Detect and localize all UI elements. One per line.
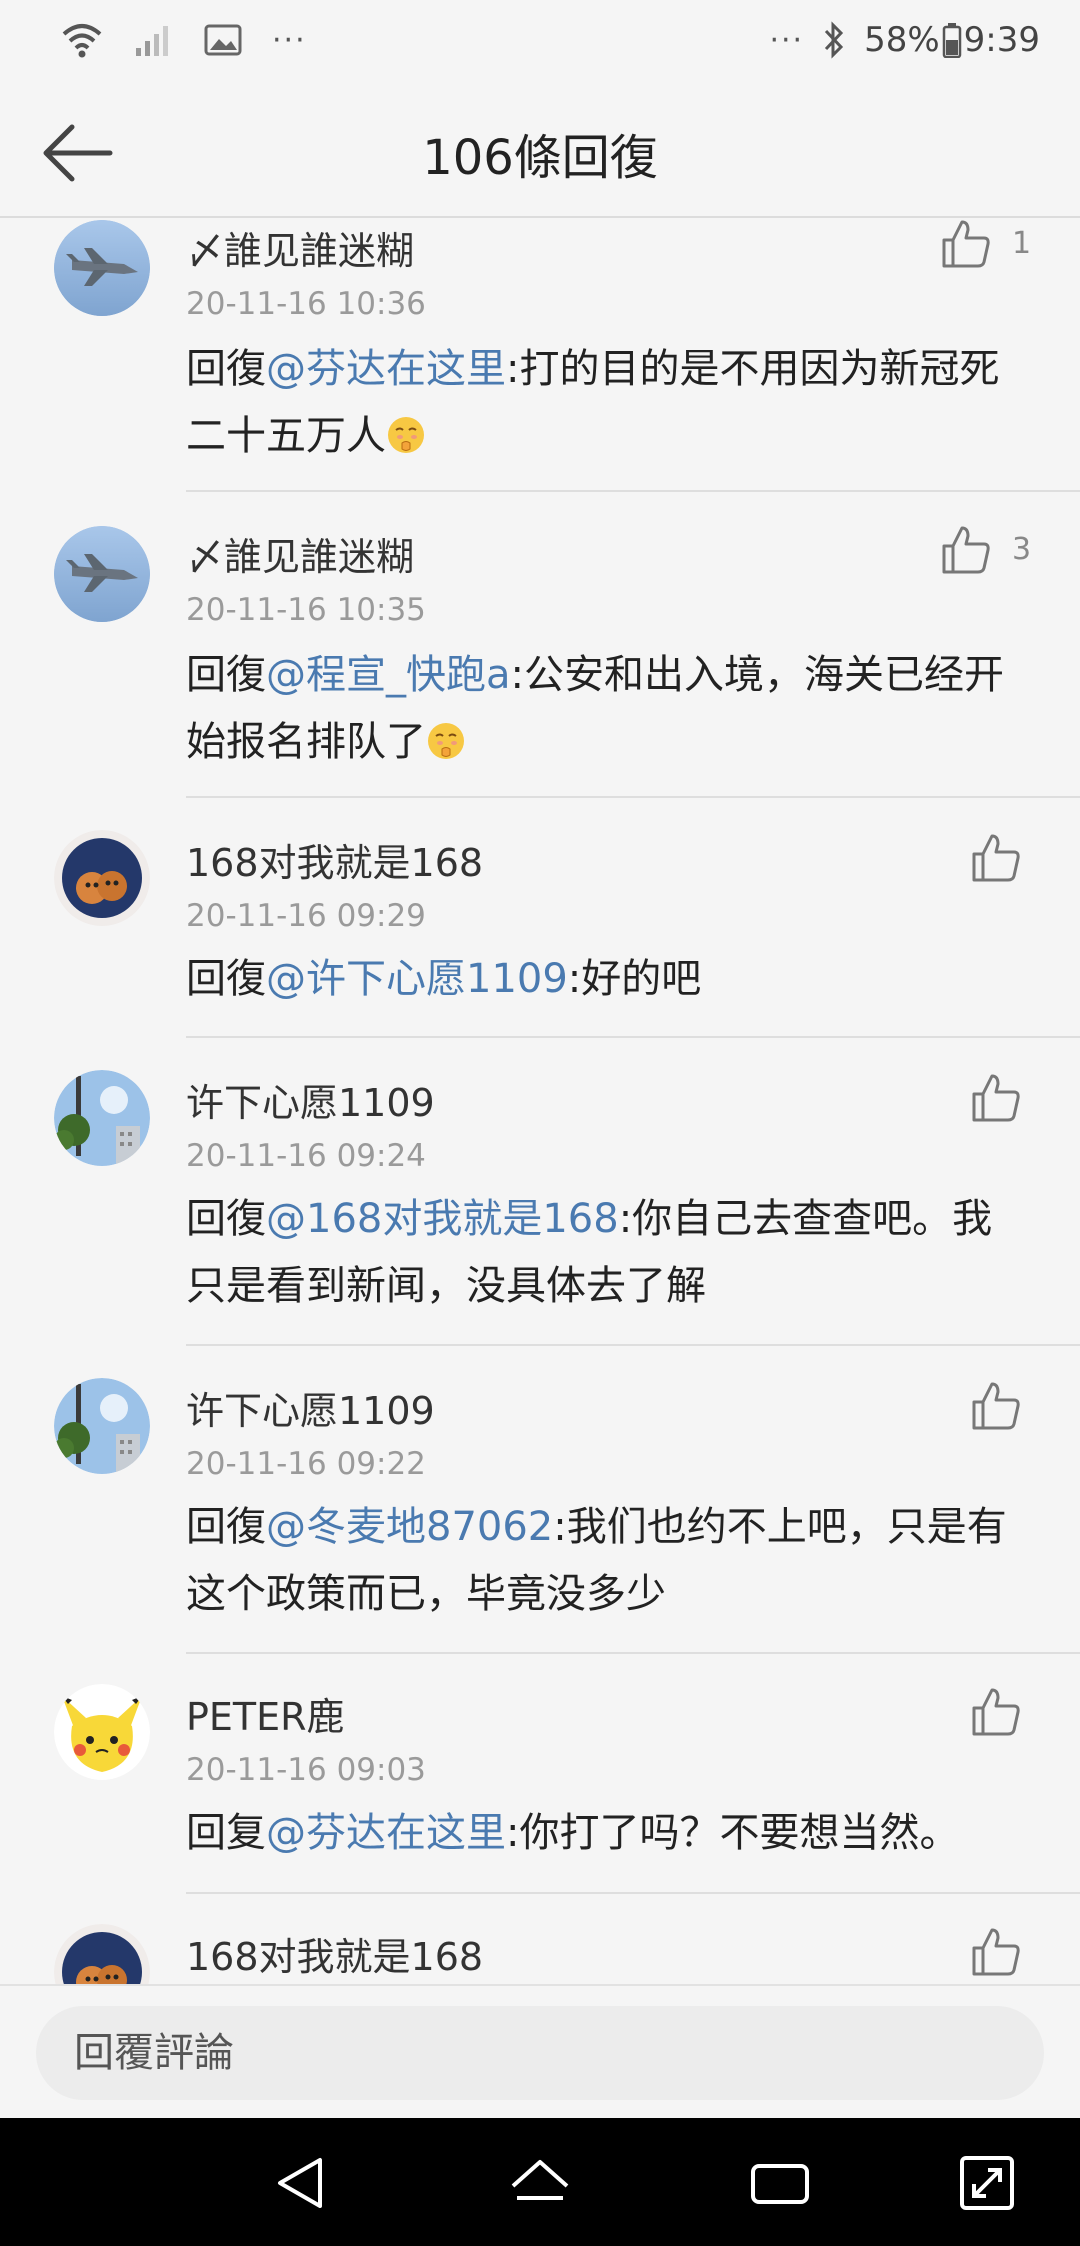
comment-item[interactable]: 168对我就是168 20-11-16 09:29 回復@许下心愿1109:好的… (0, 830, 1080, 1038)
comment-item[interactable]: 〆誰见誰迷糊 20-11-16 10:36 1 回復@芬达在这里:打的目的是不用… (0, 218, 1080, 492)
more-status-icons: ··· (272, 22, 307, 58)
mention-link[interactable]: @程宣_快跑a (266, 652, 511, 698)
status-bar: ··· ··· 58% 9:39 (0, 0, 1080, 88)
comment-item[interactable]: PETER鹿 20-11-16 09:03 回复@芬达在这里:你打了吗？不要想当… (0, 1684, 1080, 1894)
recents-nav-icon[interactable] (745, 2148, 815, 2218)
like-count: 1 (1012, 226, 1032, 261)
gallery-icon (204, 24, 242, 56)
comment-time: 20-11-16 09:03 (186, 1752, 426, 1788)
comment-list[interactable]: 〆誰见誰迷糊 20-11-16 10:36 1 回復@芬达在这里:打的目的是不用… (0, 218, 1080, 1984)
reply-prefix: 回復 (186, 1196, 266, 1242)
comment-username[interactable]: 〆誰见誰迷糊 (186, 220, 414, 275)
reply-prefix: 回复 (186, 1810, 266, 1856)
system-nav-bar (0, 2118, 1080, 2246)
reply-prefix: 回復 (186, 956, 266, 1002)
like-thumb-icon[interactable] (970, 1686, 1022, 1738)
like-thumb-icon[interactable] (970, 832, 1022, 884)
comment-username[interactable]: PETER鹿 (186, 1686, 345, 1741)
home-nav-icon[interactable] (505, 2148, 575, 2218)
like-thumb-icon[interactable] (940, 524, 992, 576)
battery-percent: 58% (864, 20, 940, 60)
mention-link[interactable]: @168对我就是168 (266, 1196, 619, 1242)
divider (186, 1892, 1080, 1894)
comment-username[interactable]: 168对我就是168 (186, 1926, 483, 1981)
shushing-face-emoji-icon (386, 415, 426, 455)
comment-time: 20-11-16 10:36 (186, 286, 426, 322)
comment-text: 回復@程宣_快跑a:公安和出入境，海关已经开始报名排队了 (186, 642, 1016, 776)
signal-icon (136, 26, 168, 56)
comment-username[interactable]: 〆誰见誰迷糊 (186, 526, 414, 581)
divider (186, 490, 1080, 492)
comment-username[interactable]: 许下心愿1109 (186, 1072, 435, 1127)
comment-text: 回復@芬达在这里:打的目的是不用因为新冠死二十五万人 (186, 336, 1016, 470)
mention-link[interactable]: @许下心愿1109 (266, 956, 568, 1002)
comment-time: 20-11-16 09:24 (186, 1138, 426, 1174)
pikachu-avatar[interactable] (54, 1684, 150, 1780)
reply-prefix: 回復 (186, 652, 266, 698)
city-avatar[interactable] (54, 1070, 150, 1166)
mention-link[interactable]: @冬麦地87062 (266, 1504, 553, 1550)
reply-prefix: 回復 (186, 1504, 266, 1550)
jet-avatar[interactable] (54, 220, 150, 316)
comment-item[interactable]: 许下心愿1109 20-11-16 09:24 回復@168对我就是168:你自… (0, 1070, 1080, 1346)
bluetooth-icon (824, 21, 844, 59)
city-avatar[interactable] (54, 1378, 150, 1474)
shushing-face-emoji-icon (426, 721, 466, 761)
divider (186, 1652, 1080, 1654)
like-count: 3 (1012, 532, 1032, 567)
jet-avatar[interactable] (54, 526, 150, 622)
comment-body: :好的吧 (567, 956, 702, 1002)
comment-text: 回復@168对我就是168:你自己去查查吧。我只是看到新闻，没具体去了解 (186, 1186, 1016, 1320)
comment-username[interactable]: 168对我就是168 (186, 832, 483, 887)
comment-text: 回復@冬麦地87062:我们也约不上吧，只是有这个政策而已，毕竟没多少 (186, 1494, 1016, 1628)
comment-text: 回复@芬达在这里:你打了吗？不要想当然。 (186, 1800, 1016, 1867)
like-thumb-icon[interactable] (970, 1380, 1022, 1432)
comment-time: 20-11-16 09:22 (186, 1446, 426, 1482)
reply-prefix: 回復 (186, 346, 266, 392)
comment-text: 回復@许下心愿1109:好的吧 (186, 946, 1016, 1013)
comment-username[interactable]: 许下心愿1109 (186, 1380, 435, 1435)
mention-link[interactable]: @芬达在这里 (266, 1810, 506, 1856)
expand-nav-icon[interactable] (952, 2148, 1022, 2218)
header-bar: 106條回復 (0, 88, 1080, 218)
more-status-icons-right: ··· (769, 22, 805, 58)
divider (186, 796, 1080, 798)
like-thumb-icon[interactable] (970, 1072, 1022, 1124)
cat-avatar[interactable] (54, 1924, 150, 1984)
comment-time: 20-11-16 10:35 (186, 592, 426, 628)
comment-time: 20-11-16 09:29 (186, 898, 426, 934)
page-title: 106條回復 (422, 130, 658, 186)
divider (186, 1036, 1080, 1038)
like-thumb-icon[interactable] (940, 218, 992, 270)
mention-link[interactable]: @芬达在这里 (266, 346, 506, 392)
comment-item[interactable]: 〆誰见誰迷糊 20-11-16 10:35 3 回復@程宣_快跑a:公安和出入境… (0, 524, 1080, 798)
wifi-icon (62, 24, 102, 58)
reply-bar: 回覆評論 (0, 1984, 1080, 2120)
reply-input[interactable]: 回覆評論 (36, 2006, 1044, 2100)
clock: 9:39 (963, 20, 1040, 60)
back-nav-icon[interactable] (266, 2148, 336, 2218)
battery-icon (942, 23, 961, 58)
comment-item[interactable]: 168对我就是168 (0, 1924, 1080, 1984)
comment-item[interactable]: 许下心愿1109 20-11-16 09:22 回復@冬麦地87062:我们也约… (0, 1378, 1080, 1654)
cat-avatar[interactable] (54, 830, 150, 926)
comment-body: :你打了吗？不要想当然。 (506, 1810, 960, 1856)
like-thumb-icon[interactable] (970, 1926, 1022, 1978)
divider (186, 1344, 1080, 1346)
